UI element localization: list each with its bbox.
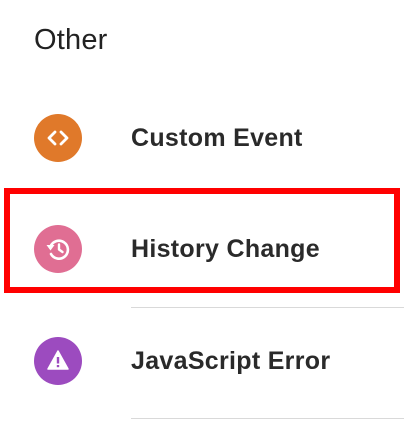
trigger-item-label: Custom Event [131, 124, 303, 152]
trigger-item-label: JavaScript Error [131, 347, 331, 375]
trigger-item-javascript-error[interactable]: JavaScript Error [0, 306, 412, 416]
trigger-item-custom-event[interactable]: Custom Event [0, 82, 412, 192]
highlight-box [4, 188, 400, 293]
trigger-type-list: Other Custom Event History Change JavaSc… [0, 0, 412, 422]
section-title: Other [34, 24, 108, 56]
warning-icon [34, 337, 82, 385]
divider [131, 418, 404, 419]
code-icon [34, 114, 82, 162]
